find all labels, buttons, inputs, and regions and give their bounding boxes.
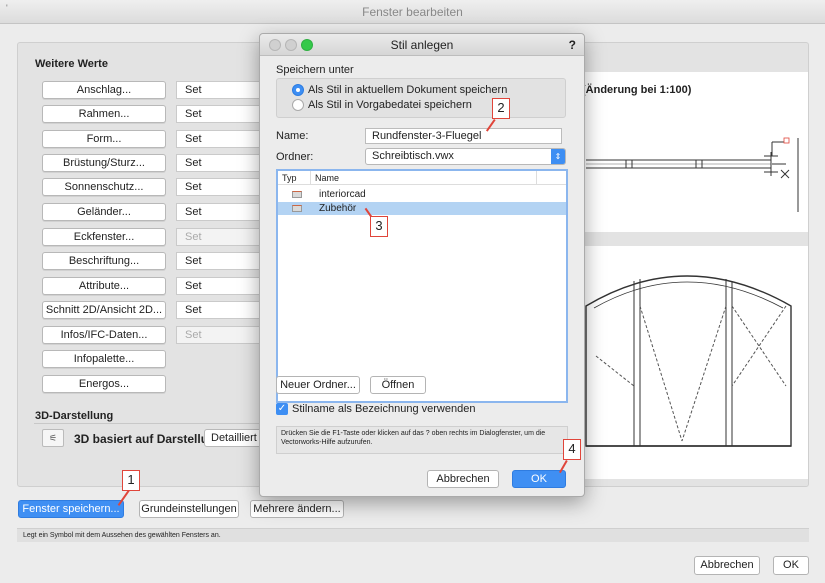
scale-label: (Änderung bei 1:100) — [582, 84, 692, 96]
radio-default-label: Als Stil in Vorgabedatei speichern — [308, 99, 472, 111]
property-button[interactable]: Infopalette... — [42, 350, 166, 368]
elevation-drawing — [585, 275, 792, 447]
minimize-light-icon[interactable] — [285, 39, 297, 51]
change-multiple-button[interactable]: Mehrere ändern... — [250, 500, 344, 518]
annotation-badge: 2 — [492, 98, 510, 119]
dialog-cancel-button[interactable]: Abbrechen — [427, 470, 499, 488]
preview-plan — [575, 72, 808, 232]
list-header: Typ Name — [278, 171, 566, 185]
section-3d-label: 3D-Darstellung — [35, 410, 114, 422]
create-style-dialog: Stil anlegen ? Speichern unter Als Stil … — [259, 33, 585, 497]
style-folder-list[interactable]: Typ Name interiorcad Zubehör — [276, 169, 568, 403]
list-item[interactable]: Zubehör — [278, 202, 566, 215]
radio-current-label: Als Stil in aktuellem Dokument speichern — [308, 84, 508, 96]
radio-default-file[interactable] — [292, 99, 304, 111]
set-value[interactable]: Set — [176, 130, 260, 148]
help-text: Drücken Sie die F1-Taste oder klicken au… — [276, 426, 568, 454]
set-value[interactable]: Set — [176, 301, 260, 319]
help-icon[interactable]: ? — [569, 34, 576, 56]
window-title: Fenster bearbeiten — [0, 0, 825, 24]
property-button[interactable]: Schnitt 2D/Ansicht 2D... — [42, 301, 166, 319]
radio-current-document[interactable] — [292, 84, 304, 96]
name-label: Name: — [276, 130, 309, 142]
folder-label: Ordner: — [276, 151, 314, 163]
property-button[interactable]: Infos/IFC-Daten... — [42, 326, 166, 344]
property-button[interactable]: Beschriftung... — [42, 252, 166, 270]
set-value[interactable]: Set — [176, 105, 260, 123]
set-value: Set — [176, 228, 260, 246]
col-name[interactable]: Name — [315, 171, 339, 185]
main-cancel-button[interactable]: Abbrechen — [694, 556, 760, 575]
property-button[interactable]: Brüstung/Sturz... — [42, 154, 166, 172]
plan-drawing — [586, 137, 799, 212]
save-under-label: Speichern unter — [276, 64, 354, 76]
checkbox-label: Stilname als Bezeichnung verwenden — [292, 403, 476, 415]
annotation-badge: 4 — [563, 439, 581, 460]
folder-icon — [292, 205, 302, 212]
annotation-badge: 1 — [122, 470, 140, 491]
3d-detail-select[interactable]: Detailliert — [204, 429, 264, 447]
zoom-light-icon[interactable] — [301, 39, 313, 51]
set-value[interactable]: Set — [176, 203, 260, 221]
col-divider — [310, 171, 311, 185]
close-light-icon[interactable] — [269, 39, 281, 51]
list-item[interactable]: interiorcad — [278, 188, 566, 201]
basic-settings-button[interactable]: Grundeinstellungen — [139, 500, 239, 518]
property-button[interactable]: Rahmen... — [42, 105, 166, 123]
group-label: Weitere Werte — [35, 58, 108, 70]
col-divider — [536, 171, 537, 185]
annotation-badge: 3 — [370, 216, 388, 237]
folder-icon — [292, 191, 302, 198]
list-item-label: interiorcad — [319, 189, 366, 200]
set-value[interactable]: Set — [176, 178, 260, 196]
divider — [34, 423, 264, 424]
col-type[interactable]: Typ — [282, 171, 297, 185]
folder-select-value: Schreibtisch.vwx — [372, 150, 454, 162]
preview-elevation — [575, 246, 808, 479]
status-hint: Legt ein Symbol mit dem Aussehen des gew… — [17, 528, 809, 542]
title-marker: ' — [6, 3, 8, 13]
property-button[interactable]: Geländer... — [42, 203, 166, 221]
checkbox-use-name[interactable]: ✓ — [276, 403, 288, 415]
property-button[interactable]: Sonnenschutz... — [42, 178, 166, 196]
3d-settings-icon[interactable]: ⚟ — [42, 429, 64, 447]
name-input[interactable]: Rundfenster-3-Fluegel — [365, 128, 562, 144]
chevron-updown-icon: ⇕ — [551, 149, 565, 164]
save-window-button[interactable]: Fenster speichern... — [18, 500, 124, 518]
set-value[interactable]: Set — [176, 252, 260, 270]
property-button[interactable]: Energos... — [42, 375, 166, 393]
property-button[interactable]: Eckfenster... — [42, 228, 166, 246]
dialog-ok-button[interactable]: OK — [512, 470, 566, 488]
property-button[interactable]: Attribute... — [42, 277, 166, 295]
set-value[interactable]: Set — [176, 154, 260, 172]
list-item-label: Zubehör — [319, 203, 357, 214]
property-button[interactable]: Anschlag... — [42, 81, 166, 99]
folder-select[interactable]: Schreibtisch.vwx ⇕ — [365, 148, 566, 165]
set-value[interactable]: Set — [176, 81, 260, 99]
property-button[interactable]: Form... — [42, 130, 166, 148]
main-ok-button[interactable]: OK — [773, 556, 809, 575]
set-value: Set — [176, 326, 260, 344]
open-button[interactable]: Öffnen — [370, 376, 426, 394]
set-value[interactable]: Set — [176, 277, 260, 295]
new-folder-button[interactable]: Neuer Ordner... — [276, 376, 360, 394]
